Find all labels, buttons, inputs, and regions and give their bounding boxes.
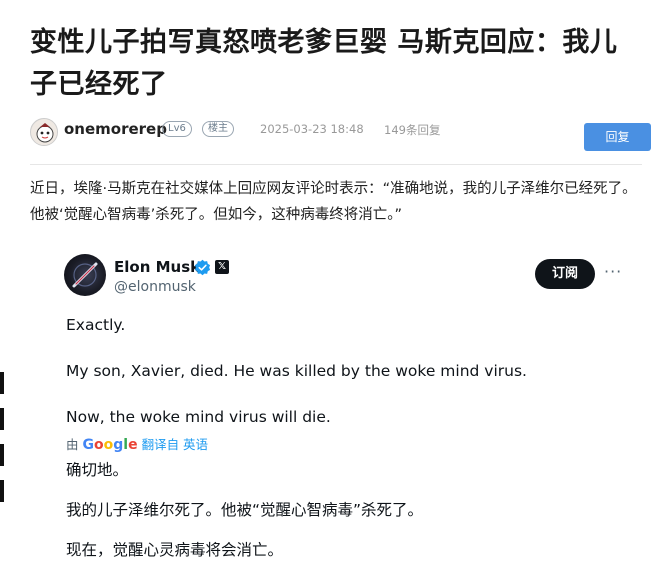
subscribe-button[interactable]: 订阅 [535, 259, 595, 289]
x-logo-icon: 𝕏 [215, 260, 229, 274]
translation-attribution: 由 Google 翻译自 英语 [66, 434, 208, 453]
tweet-text-line-3: Now, the woke mind virus will die. [66, 408, 331, 426]
google-logo: Google [82, 437, 138, 453]
embedded-tweet: Elon Musk 𝕏 @elonmusk 订阅 ··· Exactly. My… [48, 246, 648, 572]
elon-avatar-icon[interactable] [64, 254, 106, 296]
tweet-translation-line-1: 确切地。 [66, 461, 129, 479]
tweet-text-line-1: Exactly. [66, 316, 126, 334]
post-meta: onemorerep Lv6 楼主 2025-03-23 18:48 149条回… [30, 114, 655, 154]
post-date: 2025-03-23 18:48 [260, 122, 364, 136]
left-edge-marks [0, 372, 4, 572]
reply-button[interactable]: 回复 [584, 123, 651, 151]
author-name[interactable]: onemorerep [64, 120, 167, 138]
more-options-icon[interactable]: ··· [604, 262, 628, 282]
tweet-author-name[interactable]: Elon Musk [114, 258, 200, 276]
verified-badge-icon [194, 259, 211, 276]
tweet-translation-line-2: 我的儿子泽维尔死了。他被“觉醒心智病毒”杀死了。 [66, 501, 424, 519]
user-avatar-icon[interactable] [30, 118, 58, 146]
level-badge: Lv6 [162, 121, 192, 137]
translate-by-label: 由 [66, 437, 79, 452]
translated-from-link[interactable]: 翻译自 英语 [142, 437, 208, 452]
post-title: 变性儿子拍写真怒喷老爹巨婴 马斯克回应：我儿子已经死了 [30, 27, 618, 100]
reply-count: 149条回复 [384, 123, 441, 137]
tweet-text-line-2: My son, Xavier, died. He was killed by t… [66, 362, 527, 380]
tweet-handle[interactable]: @elonmusk [114, 279, 196, 295]
divider [30, 164, 642, 165]
post-intro: 近日，埃隆·马斯克在社交媒体上回应网友评论时表示：“准确地说，我的儿子泽维尔已经… [30, 181, 637, 223]
tweet-translation-line-3: 现在，觉醒心灵病毒将会消亡。 [66, 541, 284, 559]
floor-badge: 楼主 [202, 121, 234, 137]
